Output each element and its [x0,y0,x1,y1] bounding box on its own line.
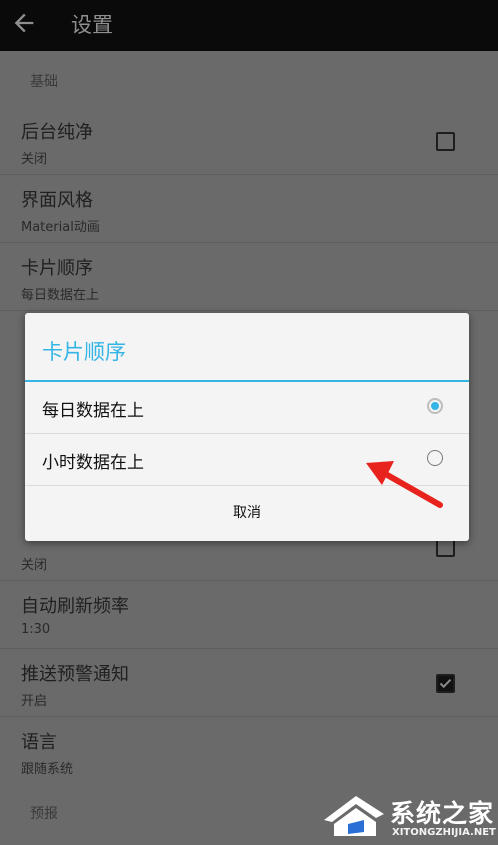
dialog-title: 卡片顺序 [42,340,126,364]
option-label: 小时数据在上 [42,453,144,473]
option-label: 每日数据在上 [42,401,144,421]
watermark-name: 系统之家 [390,799,495,828]
red-pointer-arrow-icon [366,461,443,508]
option-daily-first[interactable]: 每日数据在上 [25,382,469,434]
house-logo-icon [324,796,384,836]
radio-selected-icon[interactable] [427,398,443,414]
watermark-url: XITONGZHIJIA.NET [392,827,496,838]
watermark: 系统之家 XITONGZHIJIA.NET [318,788,496,843]
